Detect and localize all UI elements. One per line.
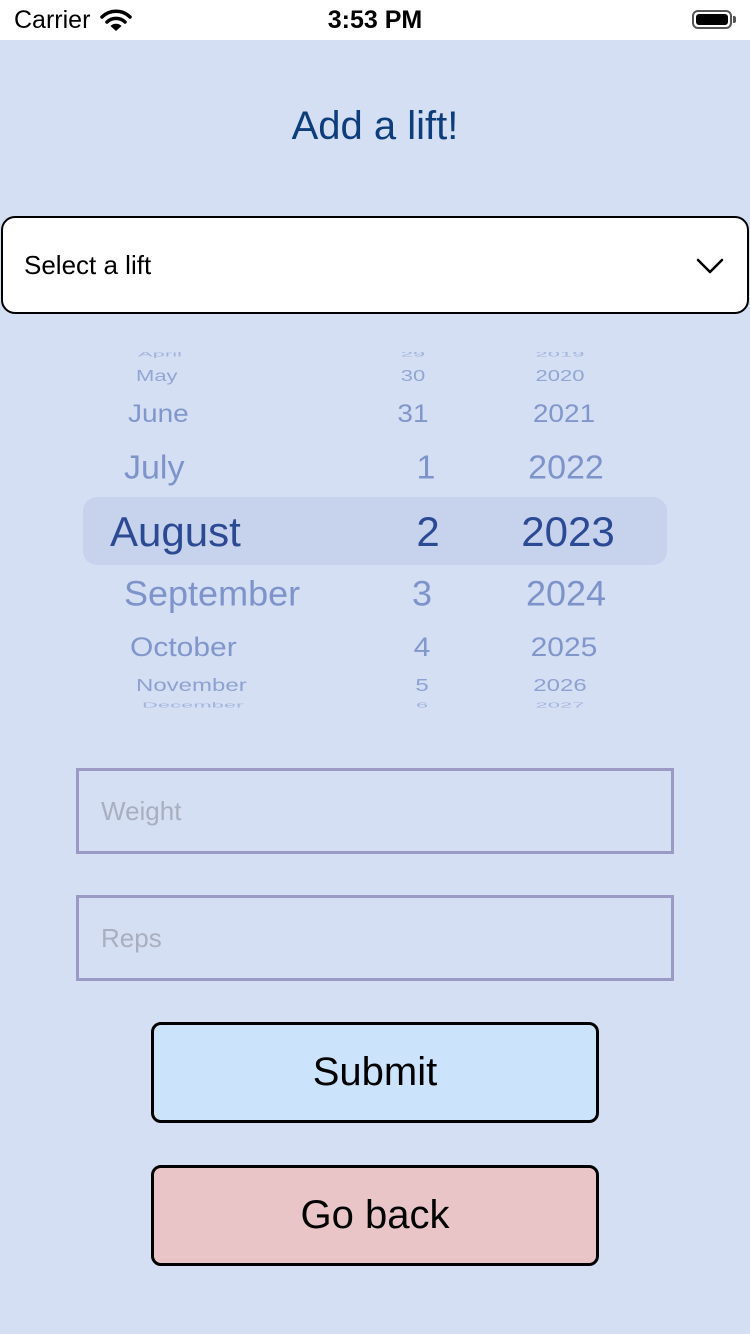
picker-year-option[interactable]: 2024 [526,576,606,612]
picker-day-option[interactable]: 31 [397,401,428,426]
status-bar: Carrier 3:53 PM [0,0,750,40]
picker-year-option[interactable]: 2023 [521,511,614,553]
picker-month-option[interactable]: October [130,634,237,662]
picker-day-option[interactable]: 6 [416,701,428,708]
picker-month-option[interactable]: June [128,401,189,426]
picker-year-option[interactable]: 2025 [531,634,598,662]
picker-month-option[interactable]: May [136,368,178,384]
lift-select-dropdown[interactable]: Select a lift [1,216,749,314]
weight-input[interactable] [79,771,671,851]
status-time: 3:53 PM [327,6,423,34]
lift-select-label: Select a lift [24,250,152,280]
submit-button[interactable]: Submit [151,1022,599,1123]
picker-day-option[interactable]: 3 [412,576,432,612]
picker-month-option[interactable]: September [124,576,300,612]
picker-year-option[interactable]: 2019 [536,352,585,358]
picker-year-option[interactable]: 2022 [528,452,604,485]
picker-month-option[interactable]: November [136,677,247,694]
weight-field[interactable] [76,768,674,854]
date-picker[interactable]: April May June July August September October No… [80,352,670,708]
chevron-down-icon [695,256,725,281]
battery-cap [733,16,736,23]
picker-month-option[interactable]: July [124,452,184,485]
picker-year-option[interactable]: 2026 [533,677,586,694]
reps-input[interactable] [79,898,671,978]
picker-month-option[interactable]: April [138,352,182,358]
battery-icon [692,10,732,29]
picker-day-option[interactable]: 1 [417,452,436,485]
picker-day-option[interactable]: 4 [414,634,431,662]
picker-day-option[interactable]: 2 [416,511,439,553]
picker-day-option[interactable]: 29 [401,352,425,358]
picker-month-option[interactable]: December [142,701,243,708]
picker-month-option[interactable]: August [110,511,241,553]
reps-field[interactable] [76,895,674,981]
picker-year-option[interactable]: 2021 [533,401,595,426]
picker-day-option[interactable]: 5 [415,677,428,694]
picker-year-option[interactable]: 2027 [536,701,585,708]
page-title: Add a lift! [291,104,459,148]
picker-day-option[interactable]: 30 [401,368,425,384]
picker-year-option[interactable]: 2020 [536,368,585,384]
go-back-button[interactable]: Go back [151,1165,599,1266]
